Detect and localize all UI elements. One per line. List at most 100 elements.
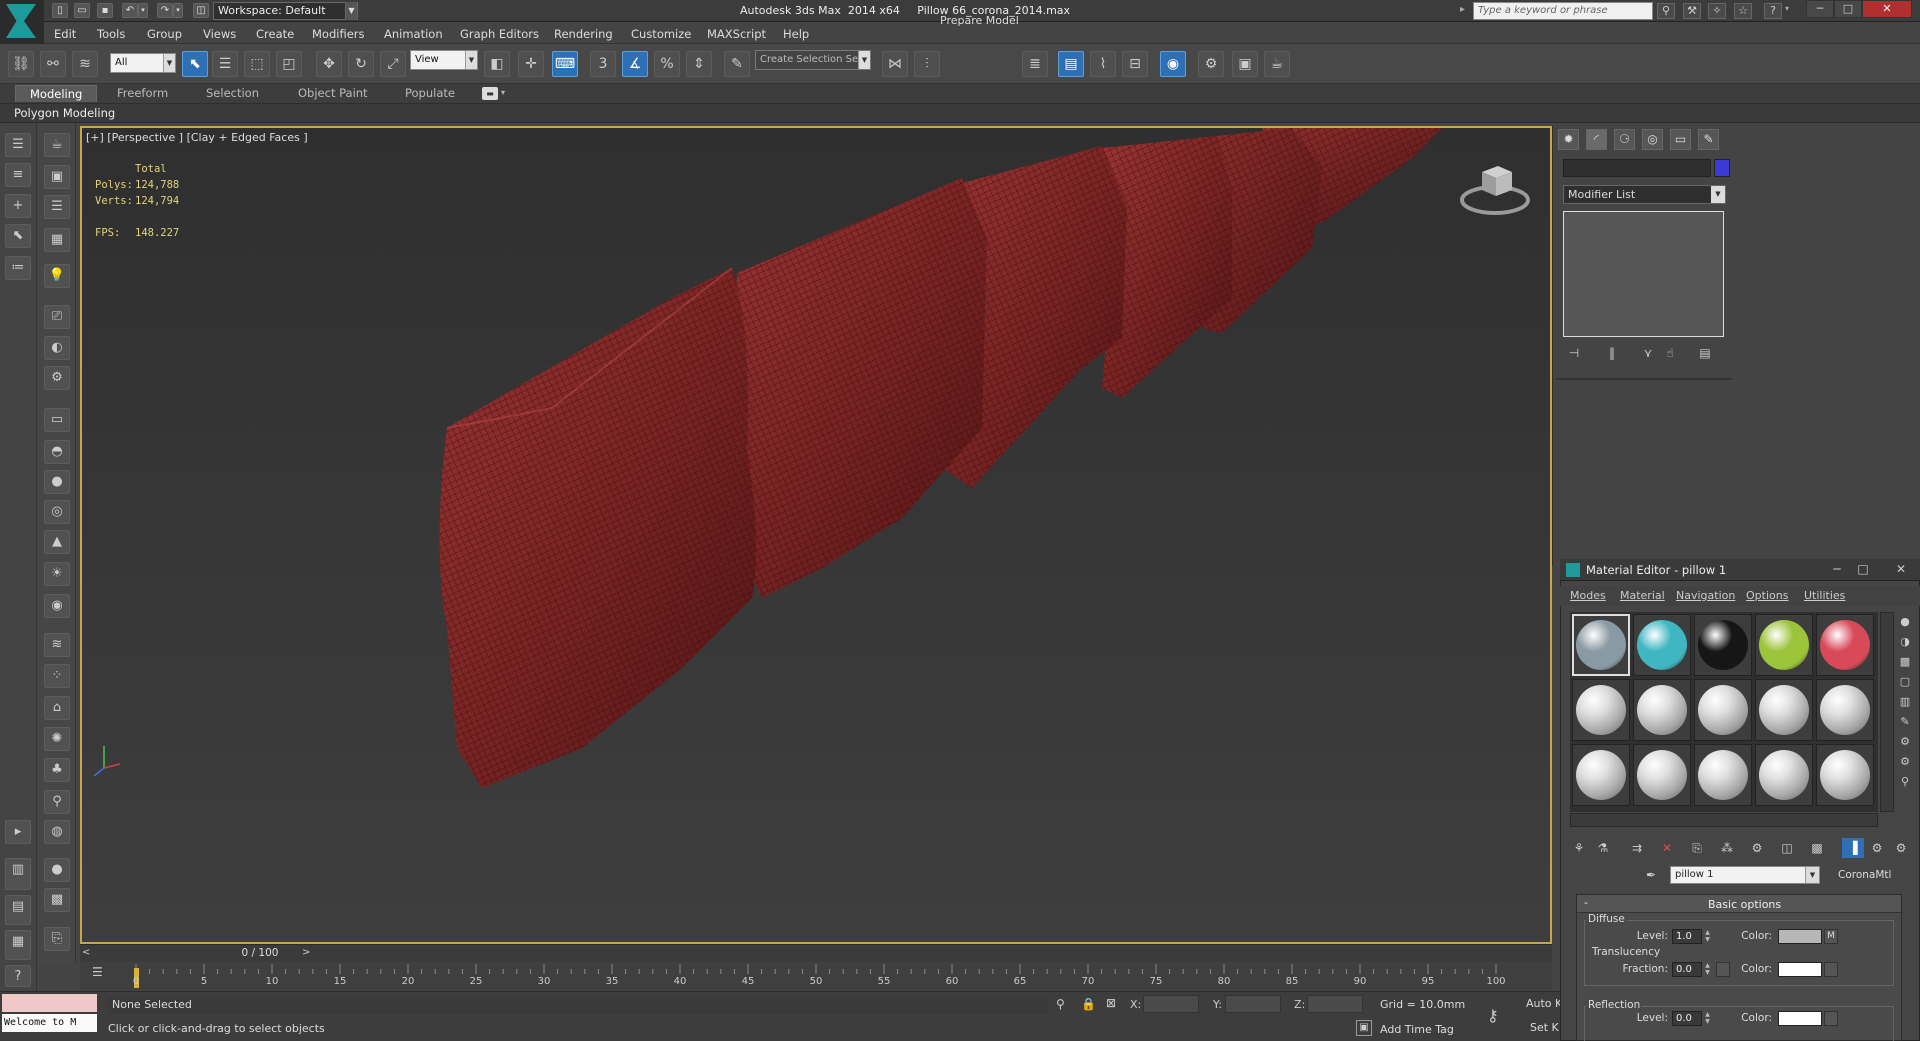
material-sample-slot[interactable] bbox=[1572, 744, 1630, 806]
material-sample-slot[interactable] bbox=[1572, 679, 1630, 741]
sphere-icon[interactable]: ● bbox=[44, 470, 70, 494]
keyboard-shortcut-override-icon[interactable]: ⌨ bbox=[552, 51, 578, 77]
dolly-icon[interactable]: ◐ bbox=[44, 336, 70, 360]
pivot-center-icon[interactable]: ◧ bbox=[484, 51, 510, 77]
render-production-icon[interactable]: ☕ bbox=[1264, 51, 1290, 77]
menu-animation[interactable]: Animation bbox=[384, 27, 443, 41]
maximize-button[interactable]: □ bbox=[1834, 0, 1862, 18]
material-sample-slot[interactable] bbox=[1694, 679, 1752, 741]
go-forward-to-sibling-icon[interactable]: ⚙ bbox=[1890, 838, 1912, 858]
material-sample-slot[interactable] bbox=[1816, 744, 1874, 806]
menu-navigation[interactable]: Navigation bbox=[1676, 589, 1735, 602]
box-icon[interactable]: ▭ bbox=[44, 408, 70, 432]
go-to-parent-icon[interactable]: ⚙ bbox=[1866, 838, 1888, 858]
list-icon[interactable]: ☰ bbox=[44, 195, 70, 219]
modifier-stack[interactable] bbox=[1563, 211, 1724, 337]
render-icon[interactable]: ▣ bbox=[44, 165, 70, 189]
material-name-field[interactable]: pillow 1 ▼ bbox=[1670, 866, 1820, 884]
menu-group[interactable]: Group bbox=[147, 27, 182, 41]
utilities-tab-icon[interactable]: ✎ bbox=[1698, 129, 1719, 150]
close-button[interactable]: ✕ bbox=[1862, 0, 1912, 18]
show-end-result-material-icon[interactable]: ▐ bbox=[1842, 838, 1864, 858]
scatter-icon[interactable]: ✺ bbox=[44, 727, 70, 751]
binoculars-icon[interactable]: ⚲ bbox=[1657, 3, 1675, 19]
reset-material-icon[interactable]: ✕ bbox=[1656, 838, 1678, 858]
backlight-icon[interactable]: ◑ bbox=[1896, 632, 1914, 652]
isolate-selection-icon[interactable]: ⚲ bbox=[1056, 997, 1065, 1011]
menu-utilities[interactable]: Utilities bbox=[1804, 589, 1845, 602]
slots-horizontal-scrollbar[interactable] bbox=[1570, 813, 1878, 827]
viewport-layout-icon[interactable]: ▥ bbox=[5, 858, 31, 890]
menu-options[interactable]: Options bbox=[1746, 589, 1788, 602]
select-by-name-icon[interactable]: ☰ bbox=[212, 51, 238, 77]
camera-icon[interactable]: ⎚ bbox=[44, 305, 70, 329]
background-icon[interactable]: ▩ bbox=[1896, 652, 1914, 672]
communication-center-icon[interactable]: ✧ bbox=[1708, 3, 1726, 19]
dome-icon[interactable]: ◓ bbox=[44, 440, 70, 464]
set-key-mode-icon[interactable]: ⚷ bbox=[1487, 1006, 1499, 1025]
absolute-mode-icon[interactable]: ⊠ bbox=[1106, 996, 1116, 1010]
favorites-icon[interactable]: ☆ bbox=[1734, 3, 1752, 19]
material-id-channel-icon[interactable]: ◫ bbox=[1776, 838, 1798, 858]
set-key-button[interactable]: Set K bbox=[1530, 1021, 1559, 1034]
material-sample-slot[interactable] bbox=[1755, 679, 1813, 741]
diffuse-color-swatch[interactable] bbox=[1778, 929, 1822, 944]
select-filter-icon[interactable]: ⬉ bbox=[5, 224, 31, 248]
scene-explorer-toggle-icon[interactable]: ☰ bbox=[5, 133, 31, 157]
maxscript-listener-output[interactable]: Welcome to M bbox=[2, 1014, 97, 1032]
menu-modifiers[interactable]: Modifiers bbox=[312, 27, 365, 41]
viewport-layout-2-icon[interactable]: ▤ bbox=[5, 895, 31, 925]
make-preview-icon[interactable]: ✎ bbox=[1896, 712, 1914, 732]
selection-filter-dropdown[interactable]: All ▼ bbox=[110, 53, 176, 73]
mirror-icon[interactable]: ⋈ bbox=[882, 51, 908, 77]
select-and-move-icon[interactable]: ✥ bbox=[316, 51, 342, 77]
chevron-down-icon[interactable]: ▾ bbox=[501, 88, 505, 97]
shell-icon[interactable]: ◍ bbox=[44, 820, 70, 844]
menu-customize[interactable]: Customize bbox=[631, 27, 691, 41]
particle-icon[interactable]: ⁘ bbox=[44, 664, 70, 688]
reflection-level-field[interactable]: 0.0 bbox=[1672, 1011, 1702, 1026]
tab-selection[interactable]: Selection bbox=[192, 85, 273, 102]
previous-frame-icon[interactable]: < bbox=[82, 947, 90, 958]
open-file-icon[interactable]: ▭ bbox=[74, 3, 90, 18]
make-unique-icon[interactable]: ⋎ bbox=[1640, 345, 1656, 361]
help-circle-icon[interactable]: ? bbox=[5, 965, 31, 987]
menu-help[interactable]: Help bbox=[783, 27, 809, 41]
menu-create[interactable]: Create bbox=[256, 27, 294, 41]
edit-named-selection-icon[interactable]: ✎ bbox=[724, 51, 750, 77]
light-bulb-icon[interactable]: 💡 bbox=[44, 264, 70, 288]
put-to-library-icon[interactable]: ⚙ bbox=[1746, 838, 1768, 858]
video-color-check-icon[interactable]: ▥ bbox=[1896, 692, 1914, 712]
remove-modifier-icon[interactable]: ☝ bbox=[1662, 345, 1678, 361]
time-slider-frame[interactable]: 0 / 100 bbox=[220, 947, 300, 959]
translucency-color-swatch[interactable] bbox=[1778, 962, 1822, 977]
reference-coordinate-dropdown[interactable]: View ▼ bbox=[410, 50, 478, 70]
layer-explorer-icon[interactable]: ≡ bbox=[5, 163, 31, 187]
diffuse-level-spinner[interactable]: ▲ ▼ bbox=[1703, 929, 1712, 944]
material-sample-slot[interactable] bbox=[1694, 744, 1752, 806]
hair-icon[interactable]: ≋ bbox=[44, 633, 70, 657]
percent-snap-icon[interactable]: % bbox=[654, 51, 680, 77]
menu-maxscript[interactable]: MAXScript bbox=[707, 27, 766, 41]
reflection-color-swatch[interactable] bbox=[1778, 1011, 1822, 1026]
material-sample-slot[interactable] bbox=[1755, 744, 1813, 806]
deform-icon[interactable]: ⌂ bbox=[44, 696, 70, 720]
assign-to-selection-icon[interactable]: ⇉ bbox=[1626, 838, 1648, 858]
material-sample-slot[interactable] bbox=[1816, 679, 1874, 741]
application-menu-button[interactable] bbox=[0, 0, 44, 44]
pick-material-from-object-icon[interactable]: ✒ bbox=[1646, 866, 1662, 884]
select-object-icon[interactable]: ⬉ bbox=[182, 51, 208, 77]
help-icon[interactable]: ? bbox=[1764, 3, 1782, 19]
diffuse-level-field[interactable]: 1.0 bbox=[1672, 929, 1702, 944]
configure-modifier-sets-icon[interactable]: ▤ bbox=[1697, 345, 1713, 361]
viewcube[interactable] bbox=[1460, 160, 1530, 220]
get-material-icon[interactable]: ⚘ bbox=[1568, 838, 1590, 858]
checker-icon[interactable]: ▩ bbox=[44, 888, 70, 912]
object-name-field[interactable] bbox=[1563, 159, 1711, 177]
pin-stack-icon[interactable]: ⊣ bbox=[1566, 345, 1582, 361]
selection-lock-icon[interactable]: 🔒 bbox=[1081, 997, 1096, 1011]
bone-icon[interactable]: ⚲ bbox=[44, 790, 70, 814]
next-frame-icon[interactable]: > bbox=[302, 947, 310, 958]
menu-rendering[interactable]: Rendering bbox=[554, 27, 613, 41]
redo-dropdown-icon[interactable]: ▾ bbox=[173, 3, 183, 18]
